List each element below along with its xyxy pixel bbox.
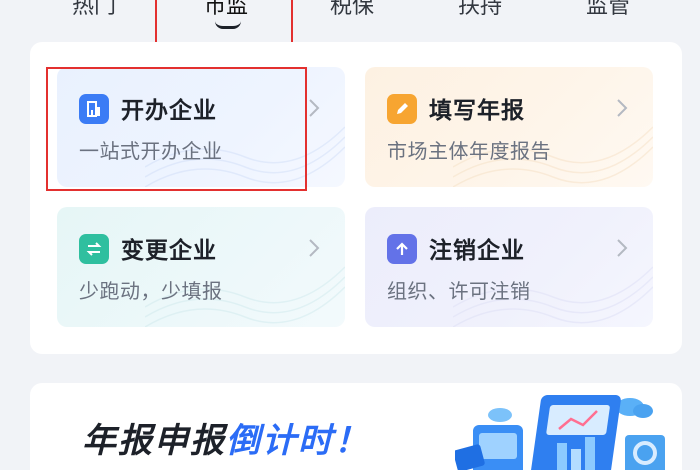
upload-arrow-icon (387, 234, 417, 264)
service-subtitle: 少跑动，少填报 (79, 279, 223, 303)
annual-report-banner[interactable]: 年报申报倒计时！ (30, 383, 682, 470)
banner-title-part: 年报申报 (82, 421, 226, 461)
service-title: 填写年报 (429, 98, 525, 124)
service-cancel-business[interactable]: 注销企业 组织、许可注销 (365, 207, 653, 327)
highlight-box-service (46, 67, 307, 191)
tab-tax-insurance[interactable]: 税保 (330, 0, 374, 20)
tab-hot[interactable]: 热门 (72, 0, 116, 20)
tab-regulation[interactable]: 监管 (586, 0, 630, 20)
category-tab-bar: 热门 市监 税保 扶持 监管 (0, 0, 700, 40)
chevron-right-icon (617, 239, 628, 257)
swap-icon (79, 234, 109, 264)
service-annual-report[interactable]: 填写年报 市场主体年度报告 (365, 67, 653, 187)
service-subtitle: 组织、许可注销 (387, 279, 531, 303)
dashboard-illustration (455, 395, 665, 470)
banner-title: 年报申报倒计时！ (82, 413, 370, 462)
service-title: 注销企业 (429, 238, 525, 264)
pencil-icon (387, 94, 417, 124)
service-change-business[interactable]: 变更企业 少跑动，少填报 (57, 207, 345, 327)
service-subtitle: 市场主体年度报告 (387, 139, 551, 163)
tab-support[interactable]: 扶持 (458, 0, 502, 20)
service-title: 变更企业 (121, 238, 217, 264)
chevron-right-icon (309, 239, 320, 257)
banner-title-highlight: 倒计时！ (226, 421, 370, 461)
chevron-right-icon (309, 99, 320, 117)
chevron-right-icon (617, 99, 628, 117)
